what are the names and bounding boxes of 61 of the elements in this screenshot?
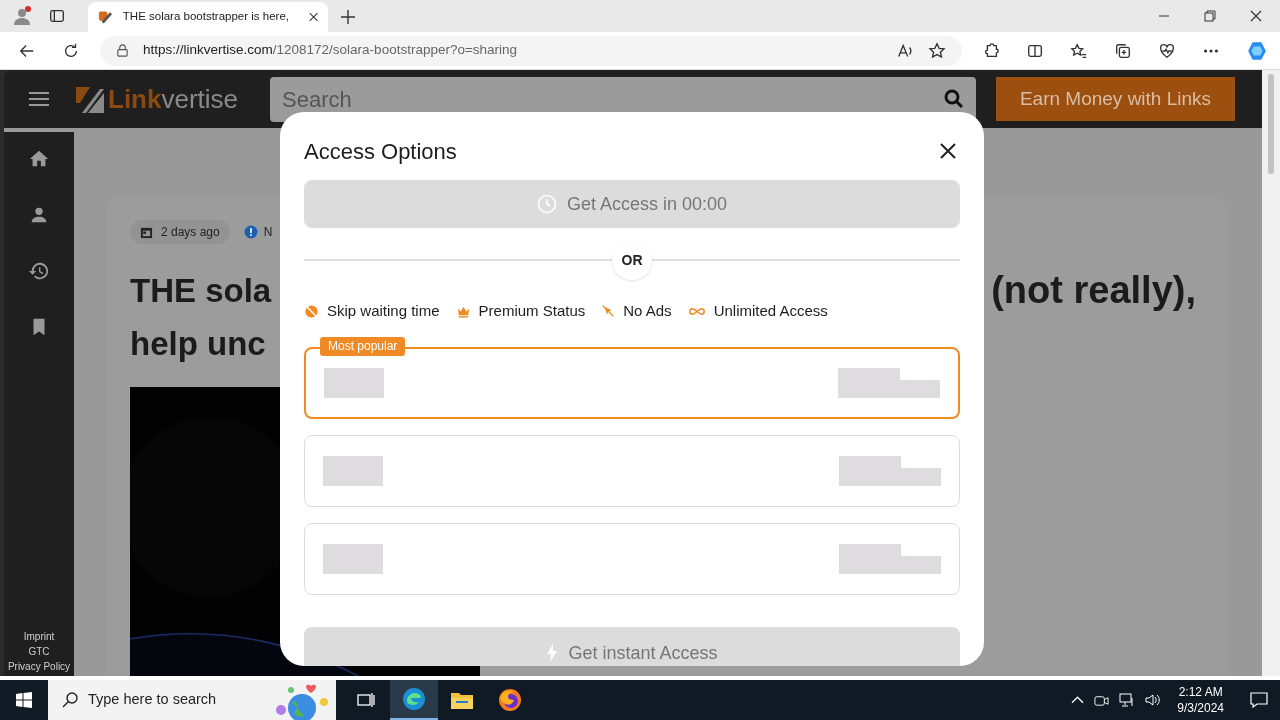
skeleton-placeholder (323, 456, 383, 486)
no-cursor-icon (601, 304, 616, 318)
search-icon (62, 692, 78, 708)
task-view-icon[interactable] (357, 692, 375, 708)
footer-link[interactable]: Imprint (23, 629, 55, 644)
folder-icon[interactable] (450, 690, 474, 710)
address-bar[interactable]: https://linkvertise.com/1208172/solara-bootstrapper?o=sharing (100, 35, 962, 66)
browser-tab[interactable]: THE solara bootstrapper is here, (88, 2, 328, 32)
feature-label: Unlimited Access (713, 300, 828, 321)
clock[interactable]: 2:12 AM 9/3/2024 (1171, 684, 1230, 716)
restore-icon[interactable] (1204, 10, 1216, 22)
network-icon[interactable] (1119, 692, 1136, 708)
skeleton-placeholder (323, 544, 383, 574)
close-icon[interactable] (940, 143, 956, 159)
fox-globe-icon[interactable] (498, 688, 522, 712)
url-text: https://linkvertise.com/1208172/solara-bootstrapper?o=sharing (143, 41, 518, 60)
chevron-up-icon[interactable] (1071, 696, 1085, 704)
footer-link[interactable]: GTC (28, 644, 50, 659)
no-clock-icon (304, 303, 319, 319)
start-icon[interactable] (16, 692, 32, 708)
history-icon[interactable] (28, 260, 50, 282)
lock-icon[interactable] (116, 44, 129, 57)
lightning-icon (546, 644, 559, 662)
heartbeat-icon[interactable] (1158, 41, 1176, 60)
logo-icon (98, 9, 113, 25)
tab-title: THE solara bootstrapper is here, (122, 9, 290, 25)
volume-icon[interactable] (1145, 692, 1162, 708)
refresh-icon[interactable] (62, 41, 80, 60)
date-chip: 2 days ago (130, 220, 230, 244)
taskbar-app[interactable] (390, 680, 438, 720)
badge-icon (243, 225, 258, 239)
dialog-title: Access Options (304, 137, 457, 166)
copilot-icon[interactable] (1246, 39, 1268, 62)
badge-label: N (263, 224, 273, 241)
extensions-icon[interactable] (982, 41, 1000, 60)
feature-label: Skip waiting time (327, 300, 440, 321)
close-icon[interactable] (1250, 10, 1262, 22)
tab-actions-icon[interactable] (48, 7, 66, 25)
new-tab-icon[interactable] (341, 10, 355, 24)
favorite-icon[interactable] (928, 41, 946, 60)
skeleton-placeholder (324, 368, 384, 398)
feature-label: No Ads (623, 300, 672, 321)
favorites-icon[interactable] (1070, 41, 1088, 60)
article-title: help unc (130, 324, 267, 364)
menu-icon[interactable] (29, 91, 49, 107)
logo-text[interactable]: Linkvertise (108, 79, 239, 119)
footer-link[interactable]: Privacy Policy (7, 659, 71, 674)
taskbar-search-field[interactable]: Type here to search (48, 680, 336, 720)
article-title: THE sola (130, 271, 272, 311)
infinity-icon (687, 306, 706, 316)
clock-icon (536, 194, 557, 214)
profile-icon[interactable] (12, 6, 32, 26)
collections-icon[interactable] (1114, 41, 1132, 60)
notification-icon[interactable] (1250, 692, 1268, 708)
wave-logo-icon (402, 687, 426, 711)
search-icon[interactable] (944, 89, 964, 109)
feature-label: Premium Status (478, 300, 586, 321)
most-popular-badge: Most popular (320, 337, 406, 356)
close-icon[interactable] (308, 12, 318, 22)
calendar-icon (140, 225, 153, 239)
article-title: (not really), (991, 268, 1196, 313)
